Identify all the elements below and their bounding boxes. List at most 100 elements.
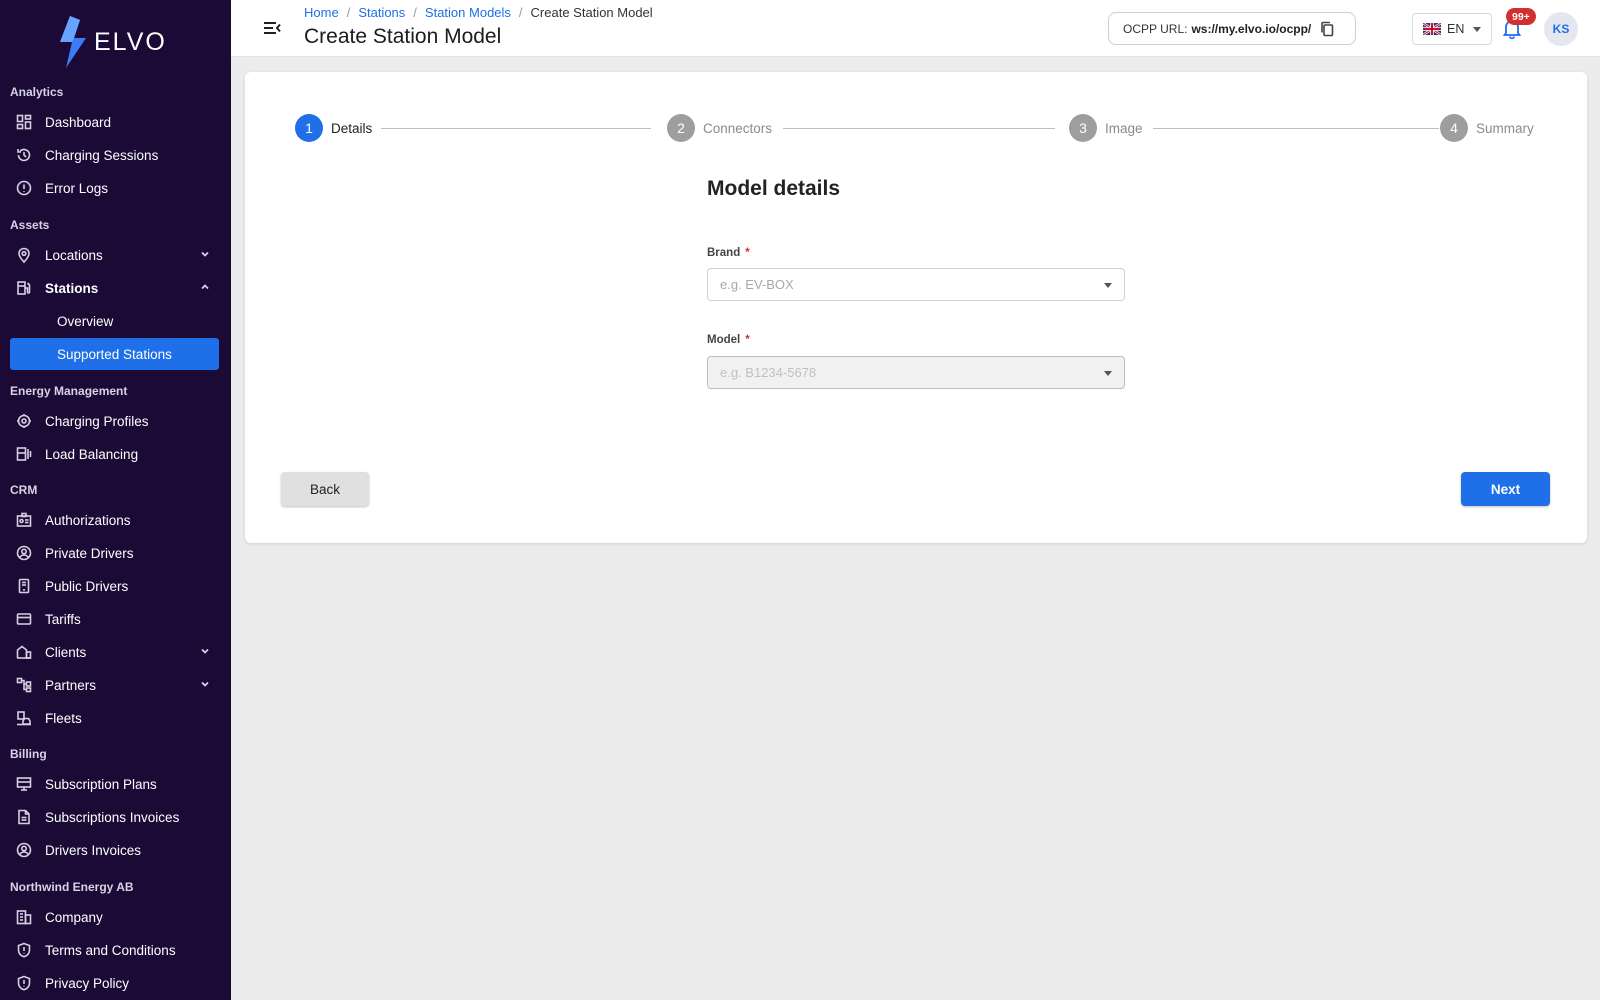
sidebar-item-label: Stations [45,280,99,296]
step-label: Summary [1476,120,1534,136]
sidebar-item-charging-profiles[interactable]: Charging Profiles [10,405,219,437]
brand-placeholder: e.g. EV-BOX [720,277,794,292]
sidebar-item-public-drivers[interactable]: Public Drivers [10,570,219,602]
shield-icon [16,942,32,958]
sidebar-item-label: Drivers Invoices [45,842,142,858]
phone-icon [16,578,32,594]
required-mark: * [745,247,750,259]
sidebar-item-fleets[interactable]: Fleets [10,702,219,734]
chevron-down-icon [199,645,211,657]
breadcrumb-station-models[interactable]: Station Models [425,5,511,20]
sidebar-item-label: Dashboard [45,114,112,130]
breadcrumb-current: Create Station Model [530,5,653,20]
copy-icon[interactable] [1319,21,1335,37]
breadcrumb-separator: / [346,5,351,20]
menu-collapse-icon[interactable] [261,17,283,39]
sidebar-item-clients[interactable]: Clients [10,636,219,668]
logo-text: ELVO [94,27,167,56]
sidebar-item-partners[interactable]: Partners [10,669,219,701]
sidebar-item-label: Charging Sessions [45,147,159,163]
brand-select[interactable]: e.g. EV-BOX [707,268,1125,301]
sidebar-item-label: Charging Profiles [45,413,149,429]
ocpp-url-label: OCPP URL: [1123,21,1188,36]
chevron-down-icon [199,678,211,690]
breadcrumb: Home / Stations / Station Models / Creat… [304,5,653,20]
breadcrumb-stations[interactable]: Stations [358,5,405,20]
sidebar-item-privacy[interactable]: Privacy Policy [10,967,219,999]
sidebar-item-label: Private Drivers [45,545,134,561]
sidebar-item-label: Load Balancing [45,446,139,462]
sidebar-item-dashboard[interactable]: Dashboard [10,106,219,138]
step-label: Connectors [703,120,773,136]
section-analytics: Analytics [10,85,64,99]
brand-label: Brand * [707,247,750,259]
notification-badge: 99+ [1506,8,1536,25]
step-label: Image [1105,120,1143,136]
load-balancing-icon [16,446,32,462]
sidebar-item-locations[interactable]: Locations [10,239,219,271]
back-button[interactable]: Back [281,472,369,506]
sidebar-item-terms[interactable]: Terms and Conditions [10,934,219,966]
elvo-logo[interactable]: ELVO [56,16,167,68]
sidebar-item-label: Privacy Policy [45,975,130,991]
desktop-icon [16,776,32,792]
sidebar-subitem-supported-stations[interactable]: Supported Stations [10,338,219,370]
page-title: Create Station Model [304,25,502,48]
sidebar-item-subscriptions-invoices[interactable]: Subscriptions Invoices [10,801,219,833]
caret-down-icon [1473,27,1481,32]
sidebar-item-load-balancing[interactable]: Load Balancing [10,438,219,470]
id-badge-icon [16,512,32,528]
credit-card-icon [16,611,32,627]
step-image: 3 Image [1069,114,1143,142]
step-number: 4 [1440,114,1468,142]
sidebar-item-subscription-plans[interactable]: Subscription Plans [10,768,219,800]
step-connector-line [1153,128,1439,129]
sidebar-item-private-drivers[interactable]: Private Drivers [10,537,219,569]
ocpp-url-box: OCPP URL: ws://my.elvo.io/ocpp/ [1108,12,1356,45]
user-circle-icon [16,842,32,858]
brand-label-text: Brand [707,247,741,259]
section-billing: Billing [10,747,47,761]
next-button[interactable]: Next [1461,472,1550,506]
location-pin-icon [16,247,32,263]
sidebar-item-charging-sessions[interactable]: Charging Sessions [10,139,219,171]
fleet-car-icon [16,710,32,726]
ocpp-url-value: ws://my.elvo.io/ocpp/ [1191,21,1312,36]
sidebar-item-label: Fleets [45,710,82,726]
sidebar-item-stations[interactable]: Stations [10,272,219,304]
sidebar-item-company[interactable]: Company [10,901,219,933]
step-number: 1 [295,114,323,142]
sidebar-item-authorizations[interactable]: Authorizations [10,504,219,536]
step-connectors: 2 Connectors [667,114,772,142]
sidebar-item-label: Public Drivers [45,578,129,594]
model-placeholder: e.g. B1234-5678 [720,365,817,380]
user-circle-icon [16,545,32,561]
lightning-logo-icon [60,16,86,68]
top-header: Home / Stations / Station Models / Creat… [231,0,1600,57]
sidebar-subitem-overview[interactable]: Overview [10,305,219,337]
ev-station-icon [16,280,32,296]
model-label-text: Model [707,334,741,346]
breadcrumb-home[interactable]: Home [304,5,339,20]
create-model-card: 1 Details 2 Connectors 3 Image 4 Summary… [245,72,1587,543]
sidebar-item-tariffs[interactable]: Tariffs [10,603,219,635]
sidebar-item-label: Terms and Conditions [45,942,176,958]
form-title: Model details [707,177,841,200]
step-number: 3 [1069,114,1097,142]
office-building-icon [16,909,32,925]
user-avatar[interactable]: KS [1544,12,1578,46]
step-label: Details [331,120,373,136]
caret-down-icon [1104,371,1112,376]
step-number: 2 [667,114,695,142]
sidebar-item-error-logs[interactable]: Error Logs [10,172,219,204]
sidebar-item-drivers-invoices[interactable]: Drivers Invoices [10,834,219,866]
step-connector-line [783,128,1055,129]
language-select[interactable]: EN [1412,13,1492,45]
section-assets: Assets [10,218,50,232]
model-select[interactable]: e.g. B1234-5678 [707,356,1125,389]
hierarchy-icon [16,677,32,693]
sidebar-item-label: Tariffs [45,611,81,627]
sidebar: ELVO Analytics Dashboard Charging Sessio… [0,0,231,1000]
model-label: Model * [707,334,750,346]
chevron-down-icon [199,248,211,260]
